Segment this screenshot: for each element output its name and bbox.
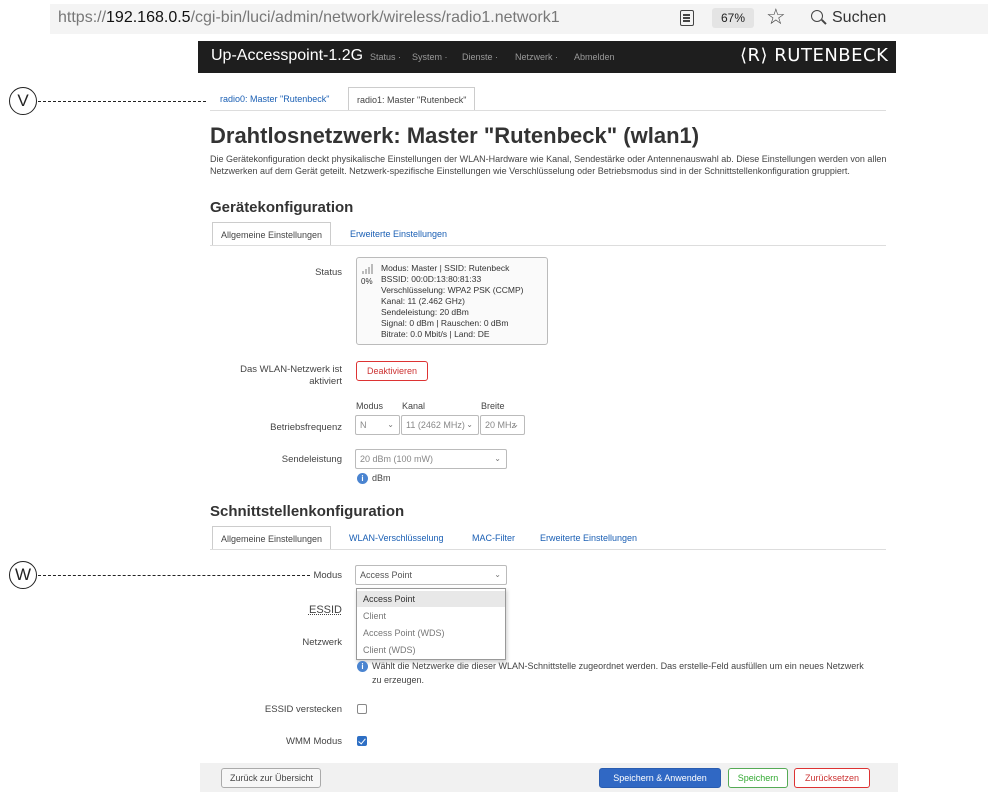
signal-percent: 0% bbox=[361, 277, 373, 286]
channel-select[interactable]: 11 (2462 MHz) ⌄ bbox=[401, 415, 479, 435]
rutenbeck-logo: ⟨R⟩ RUTENBECK bbox=[740, 45, 889, 66]
status-line: Modus: Master | SSID: Rutenbeck bbox=[381, 263, 510, 273]
network-hint-2: zu erzeugen. bbox=[372, 675, 425, 685]
freq-label: Betriebsfrequenz bbox=[270, 422, 342, 433]
tab-divider bbox=[210, 110, 886, 111]
mode-option[interactable]: Client (WDS) bbox=[357, 642, 505, 658]
network-hint: Wählt die Netzwerke die dieser WLAN-Schn… bbox=[372, 661, 864, 671]
tab-radio1[interactable]: radio1: Master "Rutenbeck" bbox=[348, 87, 476, 111]
tab-iface-general[interactable]: Allgemeine Einstellungen bbox=[212, 526, 332, 550]
bookmark-star-icon[interactable]: ☆ bbox=[766, 4, 786, 30]
essid-label: ESSID bbox=[308, 604, 342, 616]
signal-icon bbox=[362, 264, 376, 274]
mode-label: Modus bbox=[313, 570, 342, 581]
network-label: Netzwerk bbox=[302, 637, 342, 648]
wmm-checkbox[interactable] bbox=[357, 736, 367, 746]
search-icon[interactable] bbox=[811, 10, 823, 22]
zoom-level[interactable]: 67% bbox=[712, 8, 754, 28]
nav-logout[interactable]: Abmelden bbox=[574, 52, 615, 62]
save-button[interactable]: Speichern bbox=[728, 768, 788, 788]
tab-iface-encryption[interactable]: WLAN-Verschlüsselung bbox=[341, 526, 452, 550]
callout-v: V bbox=[9, 87, 37, 115]
wlan-active-label-2: aktiviert bbox=[309, 376, 342, 387]
width-column-label: Breite bbox=[481, 401, 505, 411]
deactivate-button[interactable]: Deaktivieren bbox=[356, 361, 428, 381]
save-apply-button[interactable]: Speichern & Anwenden bbox=[599, 768, 721, 788]
mode-select[interactable]: N ⌄ bbox=[355, 415, 400, 435]
status-line: Bitrate: 0.0 Mbit/s | Land: DE bbox=[381, 329, 490, 339]
txpower-unit: dBm bbox=[372, 473, 391, 483]
mode-column-label: Modus bbox=[356, 401, 384, 411]
wlan-active-label: Das WLAN-Netzwerk ist bbox=[240, 364, 342, 375]
tab-iface-advanced[interactable]: Erweiterte Einstellungen bbox=[532, 526, 645, 550]
width-select[interactable]: 20 MHz ⌄ bbox=[480, 415, 525, 435]
reader-view-icon[interactable] bbox=[680, 10, 694, 26]
mode-option[interactable]: Client bbox=[357, 608, 505, 624]
page-description: Die Gerätekonfiguration deckt physikalis… bbox=[210, 154, 887, 176]
nav-status[interactable]: Status · bbox=[370, 52, 401, 62]
back-button[interactable]: Zurück zur Übersicht bbox=[221, 768, 321, 788]
interface-config-heading: Schnittstellenkonfiguration bbox=[210, 503, 405, 520]
wmm-label: WMM Modus bbox=[286, 736, 342, 747]
device-config-heading: Gerätekonfiguration bbox=[210, 199, 354, 216]
info-icon: i bbox=[357, 473, 368, 484]
mode-select[interactable]: Access Point ⌄ bbox=[355, 565, 507, 585]
tab-iface-mac-filter[interactable]: MAC-Filter bbox=[464, 526, 523, 550]
info-icon: i bbox=[357, 661, 368, 672]
callout-v-line bbox=[38, 101, 206, 102]
status-label: Status bbox=[315, 267, 342, 278]
device-name[interactable]: Up-Accesspoint-1.2G bbox=[211, 47, 363, 65]
search-box-label[interactable]: Suchen bbox=[832, 9, 886, 27]
channel-column-label: Kanal bbox=[402, 401, 426, 411]
nav-system[interactable]: System · bbox=[412, 52, 448, 62]
reset-button[interactable]: Zurücksetzen bbox=[794, 768, 870, 788]
url-text[interactable]: https://192.168.0.5/cgi-bin/luci/admin/n… bbox=[58, 9, 560, 27]
mode-option[interactable]: Access Point (WDS) bbox=[357, 625, 505, 641]
callout-w: W bbox=[9, 561, 37, 589]
status-line: BSSID: 00:0D:13:80:81:33 bbox=[381, 274, 482, 284]
tab-divider bbox=[210, 549, 886, 550]
nav-services[interactable]: Dienste · bbox=[462, 52, 498, 62]
txpower-label: Sendeleistung bbox=[281, 454, 342, 465]
tab-radio0[interactable]: radio0: Master "Rutenbeck" bbox=[212, 87, 337, 111]
mode-option[interactable]: Access Point bbox=[357, 591, 505, 607]
status-box: 0% Modus: Master | SSID: Rutenbeck BSSID… bbox=[356, 257, 548, 345]
hide-essid-label: ESSID verstecken bbox=[264, 704, 342, 715]
mode-dropdown: Access Point Client Access Point (WDS) C… bbox=[356, 588, 506, 660]
hide-essid-checkbox[interactable] bbox=[357, 704, 367, 714]
status-line: Kanal: 11 (2.462 GHz) bbox=[381, 296, 465, 306]
tab-divider bbox=[210, 245, 886, 246]
status-line: Sendeleistung: 20 dBm bbox=[381, 307, 469, 317]
tab-device-advanced[interactable]: Erweiterte Einstellungen bbox=[342, 222, 455, 246]
page-title: Drahtlosnetzwerk: Master "Rutenbeck" (wl… bbox=[210, 123, 700, 148]
tab-device-general[interactable]: Allgemeine Einstellungen bbox=[212, 222, 332, 246]
status-line: Signal: 0 dBm | Rauschen: 0 dBm bbox=[381, 318, 509, 328]
status-line: Verschlüsselung: WPA2 PSK (CCMP) bbox=[381, 285, 524, 295]
txpower-select[interactable]: 20 dBm (100 mW) ⌄ bbox=[355, 449, 507, 469]
nav-network[interactable]: Netzwerk · bbox=[515, 52, 558, 62]
